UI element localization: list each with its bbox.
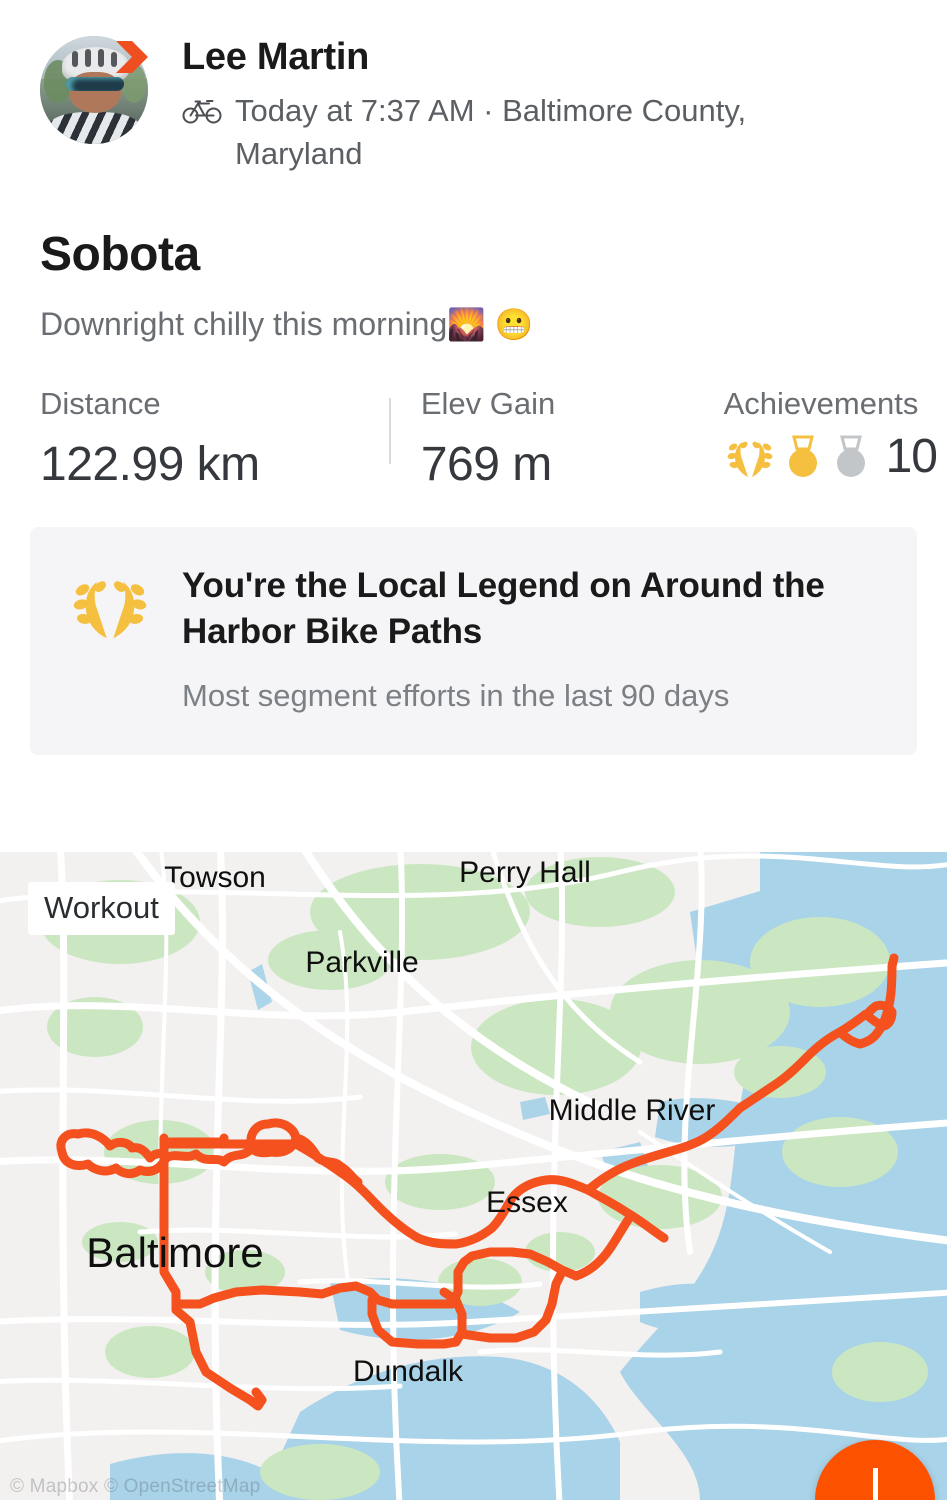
workout-badge[interactable]: Workout — [28, 882, 175, 935]
activity-header: Lee Martin Today at 7:37 AM · Baltimore … — [0, 0, 947, 175]
stat-achievements-label: Achievements — [723, 386, 919, 422]
bicycle-icon — [182, 99, 222, 124]
strava-activity-card: Lee Martin Today at 7:37 AM · Baltimore … — [0, 0, 947, 1500]
activity-stats: Distance 122.99 km Elev Gain 769 m Achie… — [0, 388, 947, 489]
local-legend-text: You're the Local Legend on Around the Ha… — [182, 563, 879, 715]
sunrise-emoji: 🌄 — [447, 307, 486, 343]
activity-meta-text: Today at 7:37 AM · Baltimore County, Mar… — [235, 92, 747, 171]
activity-description: Downright chilly this morning🌄 😬 — [40, 304, 947, 346]
stat-divider — [388, 398, 391, 465]
activity-description-text: Downright chilly this morning — [40, 306, 448, 343]
local-legend-title: You're the Local Legend on Around the Ha… — [182, 566, 825, 652]
stat-elevation-value: 769 m — [420, 438, 552, 492]
map-label-dundalk: Dundalk — [353, 1355, 464, 1388]
activity-title[interactable]: Sobota — [40, 227, 947, 282]
avatar-container[interactable] — [40, 36, 148, 144]
laurel-wreath-icon — [727, 441, 773, 478]
plus-icon — [873, 1468, 878, 1500]
map-label-middle-river: Middle River — [549, 1094, 716, 1127]
stat-elevation-gain: Elev Gain 769 m — [388, 386, 716, 492]
map-label-essex: Essex — [486, 1186, 568, 1219]
local-legend-banner[interactable]: You're the Local Legend on Around the Ha… — [30, 527, 917, 755]
map-canvas: Towson Perry Hall Parkville Middle River… — [0, 852, 947, 1500]
stat-achievements-value: 10 — [724, 430, 938, 484]
athlete-name[interactable]: Lee Martin — [182, 37, 882, 78]
stat-distance: Distance 122.99 km — [40, 388, 389, 489]
stat-distance-value: 122.99 km — [40, 438, 260, 492]
avatar-photo-helmet-vent-1 — [72, 51, 79, 68]
laurel-wreath-icon — [73, 581, 147, 639]
stat-elevation-label: Elev Gain — [420, 386, 556, 422]
map-label-parkville: Parkville — [305, 946, 418, 979]
activity-map[interactable]: Towson Perry Hall Parkville Middle River… — [0, 852, 947, 1500]
avatar-photo-helmet-vent-2 — [85, 48, 92, 67]
map-attribution[interactable]: © Mapbox © OpenStreetMap — [10, 1476, 260, 1498]
stat-achievements[interactable]: Achievements 10 — [716, 388, 947, 489]
avatar-photo-helmet-vent-3 — [98, 48, 105, 67]
activity-meta: Today at 7:37 AM · Baltimore County, Mar… — [182, 90, 882, 176]
strava-chevron-icon — [116, 41, 148, 73]
grimacing-face-emoji: 😬 — [494, 307, 534, 343]
map-label-towson: Towson — [164, 861, 266, 894]
local-legend-subtitle: Most segment efforts in the last 90 days — [182, 678, 730, 714]
map-label-baltimore: Baltimore — [86, 1229, 263, 1276]
stat-distance-label: Distance — [40, 386, 161, 422]
athlete-info: Lee Martin Today at 7:37 AM · Baltimore … — [182, 36, 882, 175]
map-label-perry-hall: Perry Hall — [459, 856, 591, 889]
achievements-count: 10 — [885, 430, 938, 484]
silver-medal-icon — [836, 435, 865, 478]
avatar-photo-jersey — [48, 111, 140, 144]
gold-medal-icon — [788, 435, 817, 478]
